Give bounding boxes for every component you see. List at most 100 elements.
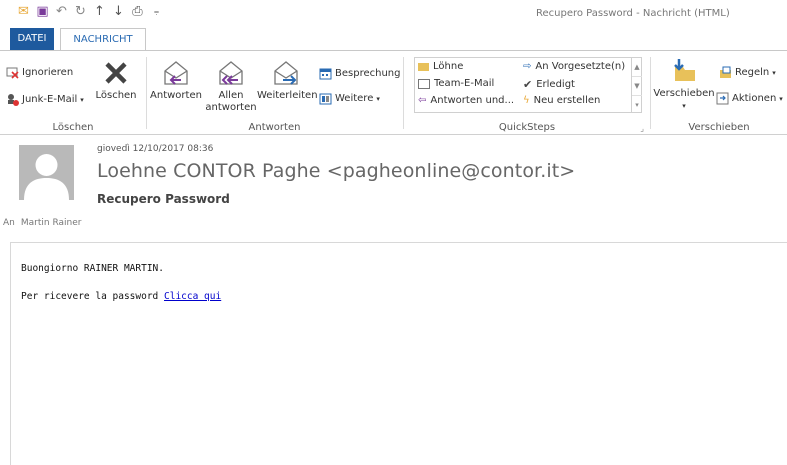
save-icon[interactable]: ▣ bbox=[33, 3, 52, 21]
group-quicksteps: Löhne Team-E-Mail ⇦ Antworten und... ⇨ A… bbox=[404, 51, 650, 135]
group-loeschen: Ignorieren Junk-E-Mail ▾ Löschen Löschen bbox=[0, 51, 146, 135]
ribbon: Ignorieren Junk-E-Mail ▾ Löschen Löschen … bbox=[0, 50, 787, 135]
quicksteps-scrollbar[interactable]: ▲ ▼ ▾ bbox=[631, 58, 642, 112]
reply-all-icon bbox=[219, 61, 243, 85]
actions-icon bbox=[716, 92, 729, 105]
quickstep-label: Antworten und... bbox=[430, 95, 515, 106]
junk-label: Junk-E-Mail bbox=[22, 94, 78, 105]
junk-button[interactable]: Junk-E-Mail ▾ bbox=[6, 93, 84, 106]
group-antworten: Antworten Allen antworten Weiterleiten B… bbox=[147, 51, 402, 135]
quickstep-loehne[interactable]: Löhne bbox=[418, 61, 463, 72]
tab-nachricht[interactable]: NACHRICHT bbox=[60, 28, 146, 51]
message-date: giovedì 12/10/2017 08:36 bbox=[97, 144, 214, 154]
quickstep-team-email[interactable]: Team-E-Mail bbox=[418, 78, 494, 89]
ignore-button[interactable]: Ignorieren bbox=[6, 66, 73, 79]
tab-datei[interactable]: DATEI bbox=[10, 28, 54, 50]
message-body: Buongiorno RAINER MARTIN. Per ricevere l… bbox=[21, 262, 221, 318]
move-label: Verschieben bbox=[653, 88, 715, 99]
reply-button[interactable]: Antworten bbox=[150, 59, 202, 102]
junk-icon bbox=[8, 94, 19, 106]
window-title: Recupero Password - Nachricht (HTML) bbox=[536, 8, 730, 19]
lightning-icon: ϟ bbox=[523, 95, 530, 106]
quickstep-label: Erledigt bbox=[536, 79, 575, 90]
group-label-quicksteps: QuickSteps bbox=[498, 122, 556, 133]
body-greeting: Buongiorno RAINER MARTIN. bbox=[21, 263, 164, 274]
junk-dropdown-icon: ▾ bbox=[80, 95, 84, 104]
ribbon-tabs: DATEI NACHRICHT bbox=[0, 28, 787, 51]
delete-icon bbox=[105, 62, 127, 84]
meeting-icon bbox=[319, 68, 332, 80]
password-link[interactable]: Clicca qui bbox=[164, 291, 221, 302]
message-subject: Recupero Password bbox=[97, 192, 230, 206]
more-icon bbox=[319, 93, 332, 105]
move-button[interactable]: Verschieben ▾ bbox=[653, 57, 715, 112]
move-dropdown-icon: ▾ bbox=[682, 102, 686, 110]
forward-icon bbox=[274, 61, 298, 85]
message-header: giovedì 12/10/2017 08:36 Loehne CONTOR P… bbox=[0, 136, 787, 240]
more-dropdown-icon: ▾ bbox=[376, 94, 380, 103]
scroll-down-icon[interactable]: ▼ bbox=[632, 77, 642, 96]
actions-dropdown-icon: ▾ bbox=[779, 94, 783, 103]
actions-button[interactable]: Aktionen ▾ bbox=[716, 92, 783, 105]
more-button[interactable]: Weitere ▾ bbox=[319, 92, 380, 105]
reply-all-label-1: Allen bbox=[218, 90, 244, 101]
expand-gallery-icon[interactable]: ▾ bbox=[632, 96, 642, 114]
quickstep-label: An Vorgesetzte(n) bbox=[535, 61, 626, 72]
quickstep-manager[interactable]: ⇨ An Vorgesetzte(n) bbox=[523, 61, 625, 72]
forward-button[interactable]: Weiterleiten bbox=[257, 59, 318, 102]
quickstep-label: Löhne bbox=[433, 61, 464, 72]
quickstep-label: Team-E-Mail bbox=[434, 78, 495, 89]
body-instruction-text: Per ricevere la password bbox=[21, 291, 159, 302]
title-bar: ✉ ▣ ↶ ↻ ↑ ↓ ⎙ ⩦ Recupero Password - Nach… bbox=[0, 0, 787, 28]
group-verschieben: Verschieben ▾ Regeln ▾ Aktionen ▾ Verschie… bbox=[651, 51, 787, 135]
reply-all-button[interactable]: Allen antworten bbox=[205, 59, 257, 114]
quick-access-toolbar: ✉ ▣ ↶ ↻ ↑ ↓ ⎙ ⩦ bbox=[14, 3, 166, 21]
group-label-verschieben: Verschieben bbox=[688, 122, 750, 133]
recipient-name[interactable]: Martin Rainer bbox=[21, 218, 82, 228]
forward-manager-icon: ⇨ bbox=[523, 61, 532, 72]
up-icon[interactable]: ↑ bbox=[90, 3, 109, 21]
header-divider bbox=[10, 242, 787, 243]
quicksteps-gallery: Löhne Team-E-Mail ⇦ Antworten und... ⇨ A… bbox=[414, 57, 642, 113]
delete-button[interactable]: Löschen bbox=[92, 59, 140, 102]
quickstep-label: Neu erstellen bbox=[533, 95, 601, 106]
quickstep-done[interactable]: ✔ Erledigt bbox=[523, 78, 575, 91]
checkmark-icon: ✔ bbox=[523, 78, 533, 91]
reply-delete-icon: ⇦ bbox=[418, 95, 427, 106]
sender-name[interactable]: Loehne CONTOR Paghe <pagheonline@contor.… bbox=[97, 160, 575, 182]
reply-icon bbox=[164, 61, 188, 85]
group-label-antworten: Antworten bbox=[248, 122, 301, 133]
ignore-icon bbox=[6, 67, 19, 79]
down-icon[interactable]: ↓ bbox=[109, 3, 128, 21]
more-label: Weitere bbox=[335, 93, 374, 104]
print-icon[interactable]: ⎙ bbox=[128, 3, 147, 21]
body-instruction: Per ricevere la password Clicca qui bbox=[21, 290, 221, 304]
meeting-label: Besprechung bbox=[335, 68, 401, 79]
dialog-launcher-icon[interactable]: ⌟ bbox=[640, 124, 644, 133]
scroll-up-icon[interactable]: ▲ bbox=[632, 58, 642, 77]
reply-label: Antworten bbox=[150, 90, 202, 101]
rules-icon bbox=[720, 66, 731, 78]
person-icon bbox=[24, 154, 69, 200]
actions-label: Aktionen bbox=[732, 93, 777, 104]
ignore-label: Ignorieren bbox=[22, 67, 74, 78]
quickstep-create-new[interactable]: ϟ Neu erstellen bbox=[523, 95, 600, 106]
rules-button[interactable]: Regeln ▾ bbox=[719, 66, 776, 79]
mail-icon: ✉ bbox=[18, 4, 29, 19]
undo-icon[interactable]: ↶ bbox=[52, 3, 71, 21]
redo-icon[interactable]: ↻ bbox=[71, 3, 90, 21]
rules-label: Regeln bbox=[735, 67, 770, 78]
to-label: An bbox=[3, 218, 15, 228]
delete-label: Löschen bbox=[95, 90, 137, 101]
quickstep-reply-delete[interactable]: ⇦ Antworten und... bbox=[418, 95, 514, 106]
rules-dropdown-icon: ▾ bbox=[772, 68, 776, 77]
meeting-button[interactable]: Besprechung bbox=[319, 67, 400, 80]
reply-all-label-2: antworten bbox=[205, 102, 257, 113]
team-mail-icon bbox=[418, 78, 430, 89]
customize-icon[interactable]: ⩦ bbox=[147, 3, 166, 21]
folder-icon bbox=[418, 62, 429, 71]
body-left-border bbox=[10, 242, 11, 465]
recipient-line: An Martin Rainer bbox=[3, 218, 81, 228]
forward-label: Weiterleiten bbox=[257, 90, 318, 101]
move-folder-icon bbox=[674, 59, 695, 81]
